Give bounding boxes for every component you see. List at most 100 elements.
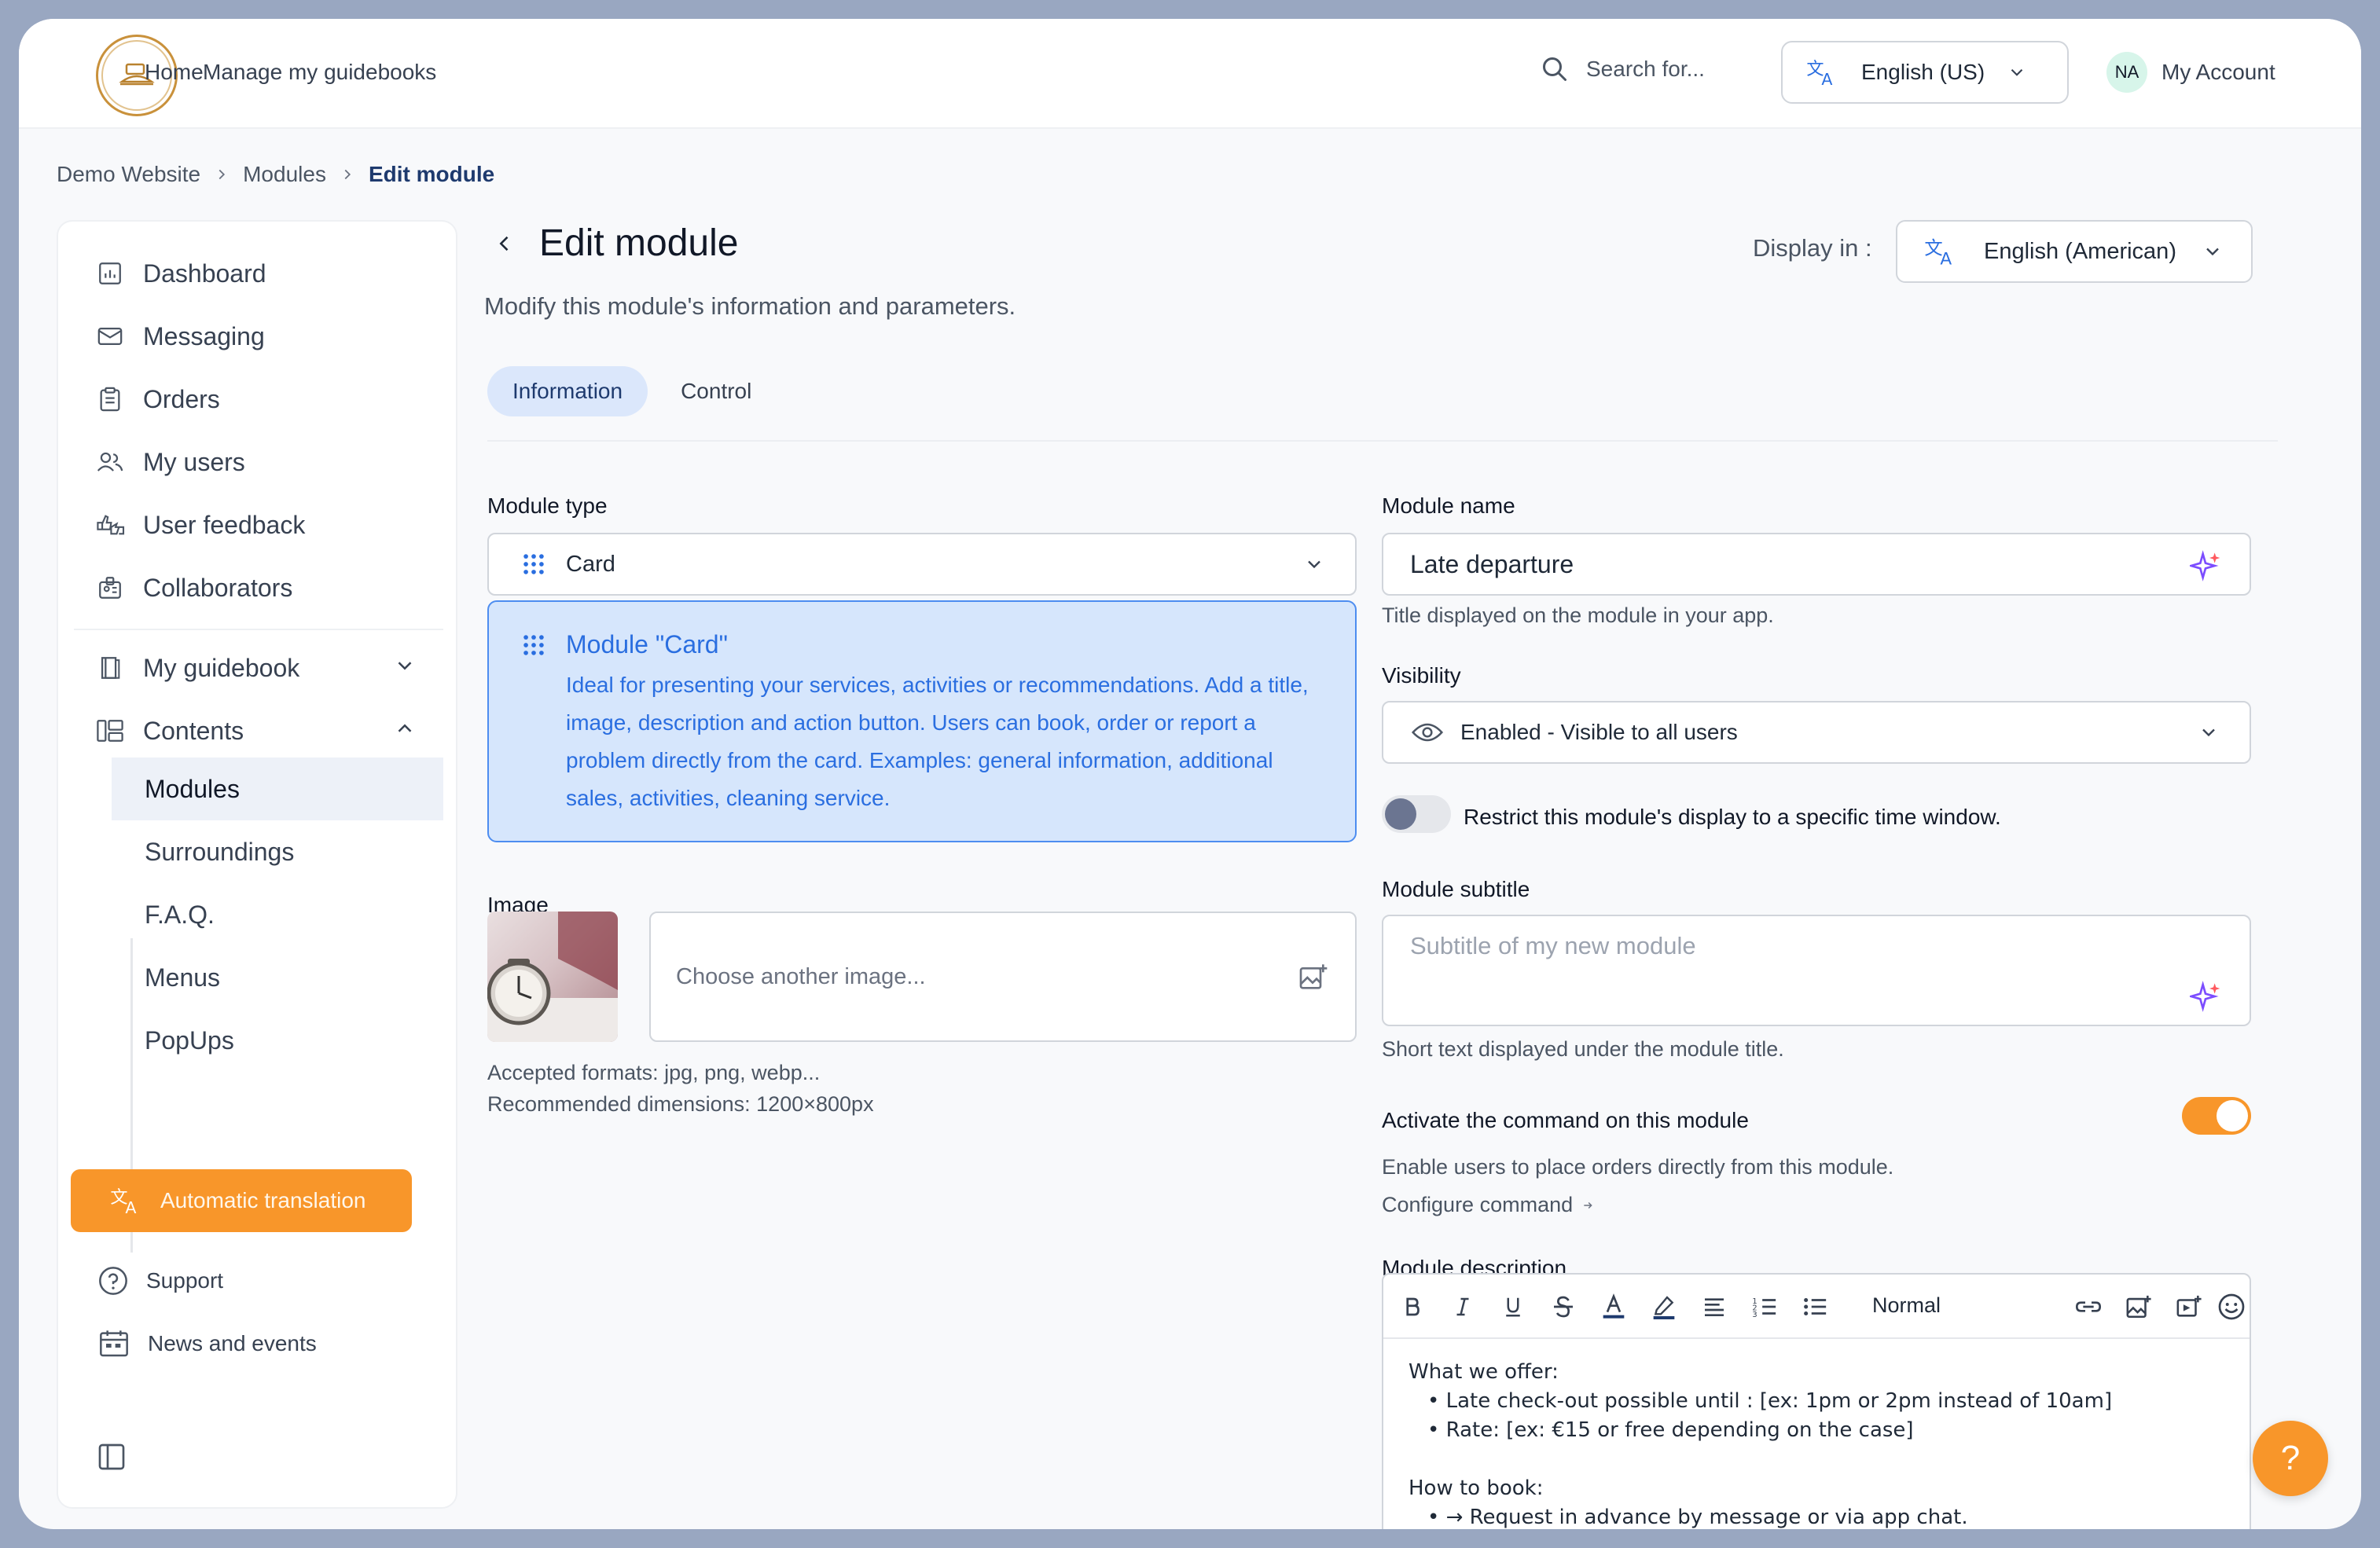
module-subtitle-input[interactable]: Subtitle of my new module (1382, 915, 2251, 1026)
insert-image-button[interactable] (2121, 1289, 2157, 1325)
question-mark-icon: ? (2280, 1439, 2301, 1477)
image-picker-input[interactable]: Choose another image... (649, 912, 1357, 1042)
sidebar-item-guidebook[interactable]: My guidebook (74, 636, 443, 699)
page-subtitle: Modify this module's information and par… (484, 292, 1016, 320)
sidebar-subitem-surroundings[interactable]: Surroundings (112, 820, 443, 883)
account-menu[interactable]: NA My Account (2106, 52, 2275, 93)
restrict-time-toggle[interactable] (1382, 795, 1451, 833)
language-select[interactable]: 文A English (US) (1781, 41, 2069, 104)
breadcrumb-item-site[interactable]: Demo Website (57, 162, 200, 187)
tabs-divider (487, 440, 2278, 442)
add-image-icon (2126, 1295, 2151, 1319)
command-label: Activate the command on this module (1382, 1108, 1749, 1132)
emoji-button[interactable] (2213, 1289, 2250, 1325)
news-events-link[interactable]: News and events (97, 1328, 317, 1359)
chevron-right-icon (219, 169, 226, 180)
nav-home[interactable]: Home (145, 60, 204, 85)
module-type-value: Card (566, 551, 615, 577)
sidebar-subitem-modules[interactable]: Modules (112, 757, 443, 820)
visibility-value: Enabled - Visible to all users (1460, 720, 1738, 744)
sidebar-collapse-icon (98, 1443, 125, 1470)
clipboard-icon (100, 387, 120, 412)
module-type-info: Module "Card" Ideal for presenting your … (487, 600, 1357, 842)
sidebar-item-dashboard[interactable]: Dashboard (74, 242, 443, 305)
display-language-select[interactable]: 文A English (American) (1896, 220, 2253, 283)
breadcrumb-item-modules[interactable]: Modules (243, 162, 326, 187)
sidebar-item-orders[interactable]: Orders (74, 368, 443, 431)
bold-button[interactable] (1394, 1289, 1431, 1325)
module-name-value: Late departure (1410, 549, 1574, 578)
users-icon (97, 452, 123, 471)
italic-icon (1456, 1297, 1469, 1316)
strikethrough-button[interactable] (1545, 1289, 1581, 1325)
rich-text-editor[interactable]: 123 Normal What we offer: • Late check-o… (1382, 1273, 2251, 1529)
search-icon (1543, 57, 1566, 81)
nav-manage-guidebooks[interactable]: Manage my guidebooks (203, 60, 436, 85)
underline-button[interactable] (1495, 1289, 1531, 1325)
align-button[interactable] (1696, 1289, 1732, 1325)
editor-line: What we offer: (1409, 1360, 1559, 1384)
text-color-icon (1603, 1293, 1625, 1319)
sidebar-item-users[interactable]: My users (74, 431, 443, 493)
bullet-list-button[interactable] (1797, 1289, 1833, 1325)
sidebar-item-label: Collaborators (143, 573, 293, 602)
support-label: Support (146, 1268, 224, 1293)
module-type-select[interactable]: Card (487, 533, 1357, 596)
grid-dots-icon (523, 635, 544, 655)
bullet-list-icon (1804, 1297, 1827, 1316)
contents-icon (97, 720, 123, 742)
command-toggle[interactable] (2182, 1097, 2251, 1135)
ai-sparkle-icon[interactable] (2190, 981, 2221, 1012)
highlight-button[interactable] (1646, 1289, 1682, 1325)
add-image-icon (1299, 964, 1328, 989)
sidebar-subitem-faq[interactable]: F.A.Q. (112, 883, 443, 946)
automatic-translation-button[interactable]: 文A Automatic translation (71, 1169, 412, 1232)
chevron-right-icon (344, 169, 351, 180)
eye-icon (1412, 723, 1443, 742)
language-label: English (US) (1861, 60, 1985, 84)
collapse-sidebar-button[interactable] (96, 1441, 127, 1473)
svg-text:A: A (125, 1198, 136, 1216)
sidebar-item-feedback[interactable]: User feedback (74, 493, 443, 556)
editor-line: • Rate: [ex: €15 or free depending on th… (1427, 1418, 1914, 1442)
editor-line: How to book: (1409, 1476, 1544, 1500)
ai-sparkle-icon[interactable] (2190, 550, 2221, 581)
tab-information[interactable]: Information (487, 366, 648, 416)
image-formats-hint: Accepted formats: jpg, png, webp... (487, 1061, 821, 1084)
editor-content[interactable]: What we offer: • Late check-out possible… (1409, 1358, 2112, 1529)
svg-text:3: 3 (1752, 1311, 1757, 1319)
module-name-input[interactable]: Late departure (1382, 533, 2251, 596)
back-arrow-icon[interactable] (494, 229, 516, 258)
sidebar-item-messaging[interactable]: Messaging (74, 305, 443, 368)
sidebar-subitem-popups[interactable]: PopUps (112, 1009, 443, 1072)
insert-video-button[interactable] (2171, 1289, 2207, 1325)
help-circle-icon (99, 1267, 127, 1295)
sidebar-item-collaborators[interactable]: Collaborators (74, 556, 443, 619)
mail-icon (97, 327, 123, 346)
visibility-select[interactable]: Enabled - Visible to all users (1382, 701, 2251, 764)
text-color-button[interactable] (1596, 1289, 1632, 1325)
sidebar-item-label: My guidebook (143, 653, 300, 682)
help-fab-button[interactable]: ? (2253, 1421, 2328, 1496)
configure-command-link[interactable]: Configure command (1382, 1193, 1593, 1217)
sidebar-item-contents[interactable]: Contents (74, 699, 443, 762)
align-left-icon (1705, 1298, 1724, 1316)
bold-icon (1406, 1297, 1420, 1316)
chevron-down-icon (2202, 728, 2215, 737)
insert-link-button[interactable] (2070, 1289, 2106, 1325)
italic-button[interactable] (1445, 1289, 1481, 1325)
ordered-list-button[interactable]: 123 (1746, 1289, 1783, 1325)
sidebar-item-label: My users (143, 447, 245, 476)
tab-control[interactable]: Control (656, 366, 777, 416)
breadcrumb: Demo Website Modules Edit module (57, 162, 494, 187)
support-link[interactable]: Support (97, 1265, 223, 1297)
text-style-select[interactable]: Normal (1872, 1293, 1941, 1318)
svg-text:A: A (1940, 250, 1952, 267)
image-thumbnail[interactable] (487, 912, 618, 1042)
grid-dots-icon (523, 554, 544, 574)
search-trigger[interactable]: Search for... (1541, 55, 1705, 83)
breadcrumb-item-current: Edit module (368, 162, 495, 186)
search-label: Search for... (1586, 57, 1705, 81)
book-icon (101, 657, 120, 679)
sidebar-subitem-menus[interactable]: Menus (112, 946, 443, 1009)
